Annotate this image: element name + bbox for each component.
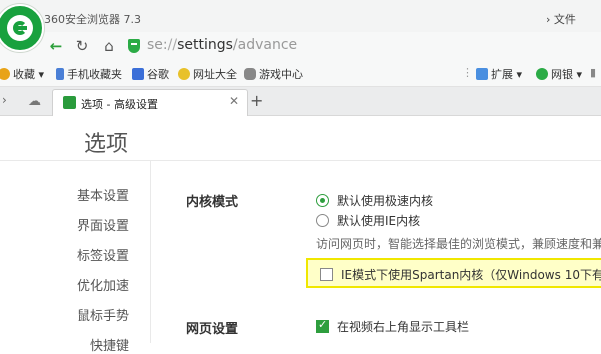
bookmark-games[interactable]: 游戏中心	[244, 66, 303, 82]
bank-label: 网银	[551, 68, 573, 81]
bookmark-label: 手机收藏夹	[67, 68, 122, 81]
bookmark-mobile[interactable]: 手机收藏夹	[56, 66, 122, 82]
sidebar-item-tabs[interactable]: 标签设置	[77, 245, 129, 264]
navigation-bar: ← ↻ ⌂ se://settings/advance	[0, 32, 601, 60]
bank-shield-icon	[536, 68, 548, 80]
file-menu[interactable]: › 文件	[546, 11, 576, 27]
radio-ie-kernel[interactable]: 默认使用IE内核	[316, 212, 420, 229]
page-title: 选项	[84, 132, 129, 157]
sidebar-item-shortcuts[interactable]: 快捷键	[90, 335, 129, 354]
sidebar-divider	[150, 161, 151, 343]
globe-icon	[178, 68, 190, 80]
radio-label: 默认使用极速内核	[337, 194, 434, 208]
kernel-description: 访问网页时，智能选择最佳的浏览模式，兼顾速度和兼容	[316, 237, 601, 251]
title-bar: 360安全浏览器 7.3 › 文件	[0, 0, 601, 32]
radio-fast-kernel[interactable]: 默认使用极速内核	[316, 192, 433, 209]
sidebar-item-basic[interactable]: 基本设置	[77, 185, 129, 204]
tab-scroll-left-icon[interactable]: ›	[2, 93, 7, 107]
bookmarks-bar: 收藏 ▾ 手机收藏夹 谷歌 网址大全 游戏中心 ⋮ 扩展 ▾ 网银 ▾ ▮	[0, 60, 601, 87]
kernel-mode-label: 内核模式	[186, 195, 239, 210]
tab-strip: › ☁ 选项 - 高级设置 ✕ +	[0, 87, 601, 116]
checkbox-icon	[320, 268, 333, 281]
url-host: settings	[177, 37, 233, 53]
more-icon[interactable]: ▮	[590, 66, 596, 79]
close-tab-icon[interactable]: ✕	[229, 94, 239, 108]
sidebar-item-mouse-gestures[interactable]: 鼠标手势	[77, 305, 129, 324]
gamepad-icon	[244, 68, 256, 80]
extensions-label: 扩展	[491, 68, 513, 81]
home-button[interactable]: ⌂	[99, 36, 119, 56]
new-tab-button[interactable]: +	[250, 91, 263, 110]
google-icon	[132, 68, 144, 80]
bookmark-label: 收藏	[13, 68, 35, 81]
address-bar[interactable]: se://settings/advance	[147, 37, 297, 53]
checkbox-label: 在视频右上角显示工具栏	[337, 320, 470, 334]
checkbox-checked-icon	[316, 318, 329, 333]
radio-unselected-icon	[316, 214, 329, 227]
extensions-button[interactable]: 扩展 ▾	[476, 66, 522, 82]
back-button[interactable]: ←	[46, 36, 66, 56]
star-icon	[0, 68, 10, 80]
file-menu-label: 文件	[553, 13, 576, 26]
toolbar-divider: ⋮	[462, 66, 473, 79]
app-title: 360安全浏览器 7.3	[44, 13, 141, 26]
bookmark-label: 游戏中心	[259, 68, 303, 81]
spartan-option-highlight: IE模式下使用Spartan内核（仅Windows 10下有效）	[306, 258, 601, 288]
url-scheme: se:	[147, 37, 168, 53]
cloud-icon[interactable]: ☁	[28, 94, 41, 109]
phone-icon	[56, 68, 64, 80]
webpage-settings-label: 网页设置	[186, 322, 239, 337]
header-divider	[0, 160, 601, 161]
shield-icon	[128, 39, 140, 53]
bookmark-sites[interactable]: 网址大全	[178, 66, 237, 82]
puzzle-icon	[476, 68, 488, 80]
bookmark-favorites[interactable]: 收藏 ▾	[0, 66, 44, 82]
settings-tab-icon	[63, 96, 76, 109]
url-path: /advance	[232, 37, 298, 53]
bookmark-label: 谷歌	[147, 68, 169, 81]
radio-selected-icon	[316, 194, 329, 207]
radio-label: 默认使用IE内核	[337, 214, 421, 228]
tab-settings[interactable]: 选项 - 高级设置 ✕	[52, 89, 248, 116]
checkbox-spartan[interactable]: IE模式下使用Spartan内核（仅Windows 10下有效）	[320, 266, 601, 283]
checkbox-label: IE模式下使用Spartan内核（仅Windows 10下有效）	[341, 268, 601, 282]
tab-title: 选项 - 高级设置	[81, 98, 158, 111]
bank-button[interactable]: 网银 ▾	[536, 66, 582, 82]
sidebar-item-interface[interactable]: 界面设置	[77, 215, 129, 234]
bookmark-google[interactable]: 谷歌	[132, 66, 169, 82]
checkbox-video-toolbar[interactable]: 在视频右上角显示工具栏	[316, 318, 469, 335]
sidebar-item-optimize[interactable]: 优化加速	[77, 275, 129, 294]
url-separator: //	[167, 37, 178, 53]
bookmark-label: 网址大全	[193, 68, 237, 81]
reload-button[interactable]: ↻	[72, 36, 92, 56]
